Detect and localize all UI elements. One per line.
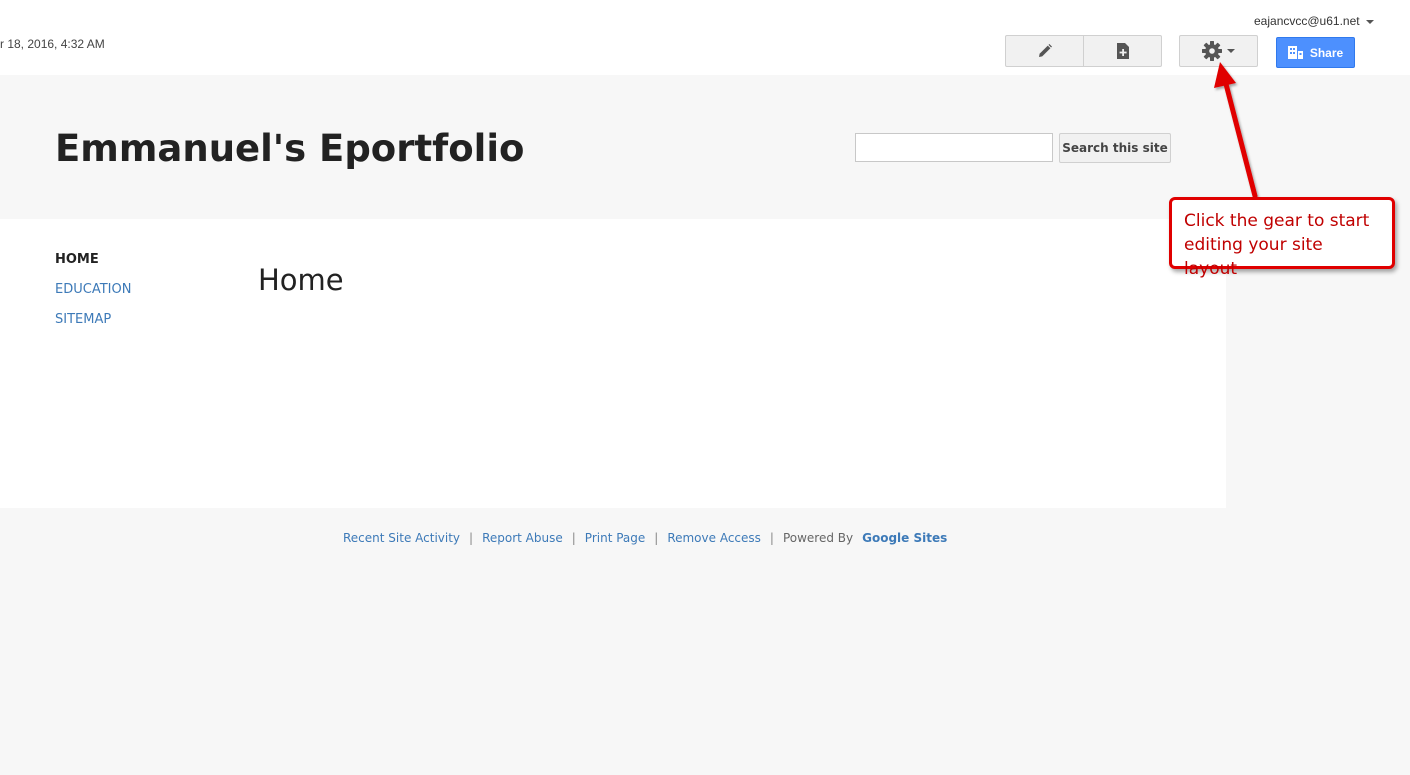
new-page-button[interactable]: [1083, 36, 1161, 66]
footer-separator: |: [769, 531, 774, 545]
page: r 18, 2016, 4:32 AM eajancvcc@u61.net Sh…: [0, 0, 1410, 775]
sidebar-nav: HOME EDUCATION SITEMAP: [55, 251, 131, 341]
edit-page-button[interactable]: [1006, 36, 1083, 66]
footer-link-google-sites[interactable]: Google Sites: [862, 531, 947, 545]
footer-separator: |: [469, 531, 474, 545]
nav-item-home[interactable]: HOME: [55, 251, 131, 269]
right-margin: [1226, 75, 1410, 775]
pencil-icon: [1038, 44, 1052, 57]
site-header: Emmanuel's Eportfolio Search this site: [0, 75, 1226, 219]
nav-item-education[interactable]: EDUCATION: [55, 281, 131, 299]
content-area: HOME EDUCATION SITEMAP Home: [0, 219, 1226, 508]
new-page-icon: [1116, 43, 1129, 59]
page-title: Home: [258, 263, 344, 297]
share-button[interactable]: Share: [1276, 37, 1355, 68]
gear-icon: [1202, 41, 1222, 61]
share-people-icon: [1287, 46, 1303, 59]
site-title[interactable]: Emmanuel's Eportfolio: [55, 127, 524, 170]
last-edited-timestamp: r 18, 2016, 4:32 AM: [0, 37, 105, 51]
footer-link-recent-activity[interactable]: Recent Site Activity: [343, 531, 460, 545]
footer-link-report-abuse[interactable]: Report Abuse: [482, 531, 563, 545]
footer-separator: |: [654, 531, 659, 545]
search-input[interactable]: [855, 133, 1053, 162]
chevron-down-icon: [1365, 20, 1374, 24]
footer-link-remove-access[interactable]: Remove Access: [667, 531, 761, 545]
share-button-label: Share: [1309, 45, 1344, 60]
footer: Recent Site Activity | Report Abuse | Pr…: [343, 531, 947, 545]
edit-button-group: [1005, 35, 1162, 67]
settings-button[interactable]: [1179, 35, 1258, 67]
account-email: eajancvcc@u61.net: [1254, 14, 1360, 28]
tutorial-callout: Click the gear to start editing your sit…: [1169, 197, 1395, 279]
search-button[interactable]: Search this site: [1059, 133, 1171, 163]
nav-item-sitemap[interactable]: SITEMAP: [55, 311, 131, 329]
footer-powered-by: Powered By: [782, 531, 854, 545]
top-bar: r 18, 2016, 4:32 AM eajancvcc@u61.net Sh…: [0, 0, 1410, 75]
footer-link-print-page[interactable]: Print Page: [585, 531, 645, 545]
account-menu[interactable]: eajancvcc@u61.net: [1254, 14, 1374, 28]
footer-separator: |: [571, 531, 576, 545]
chevron-down-icon: [1227, 49, 1235, 53]
